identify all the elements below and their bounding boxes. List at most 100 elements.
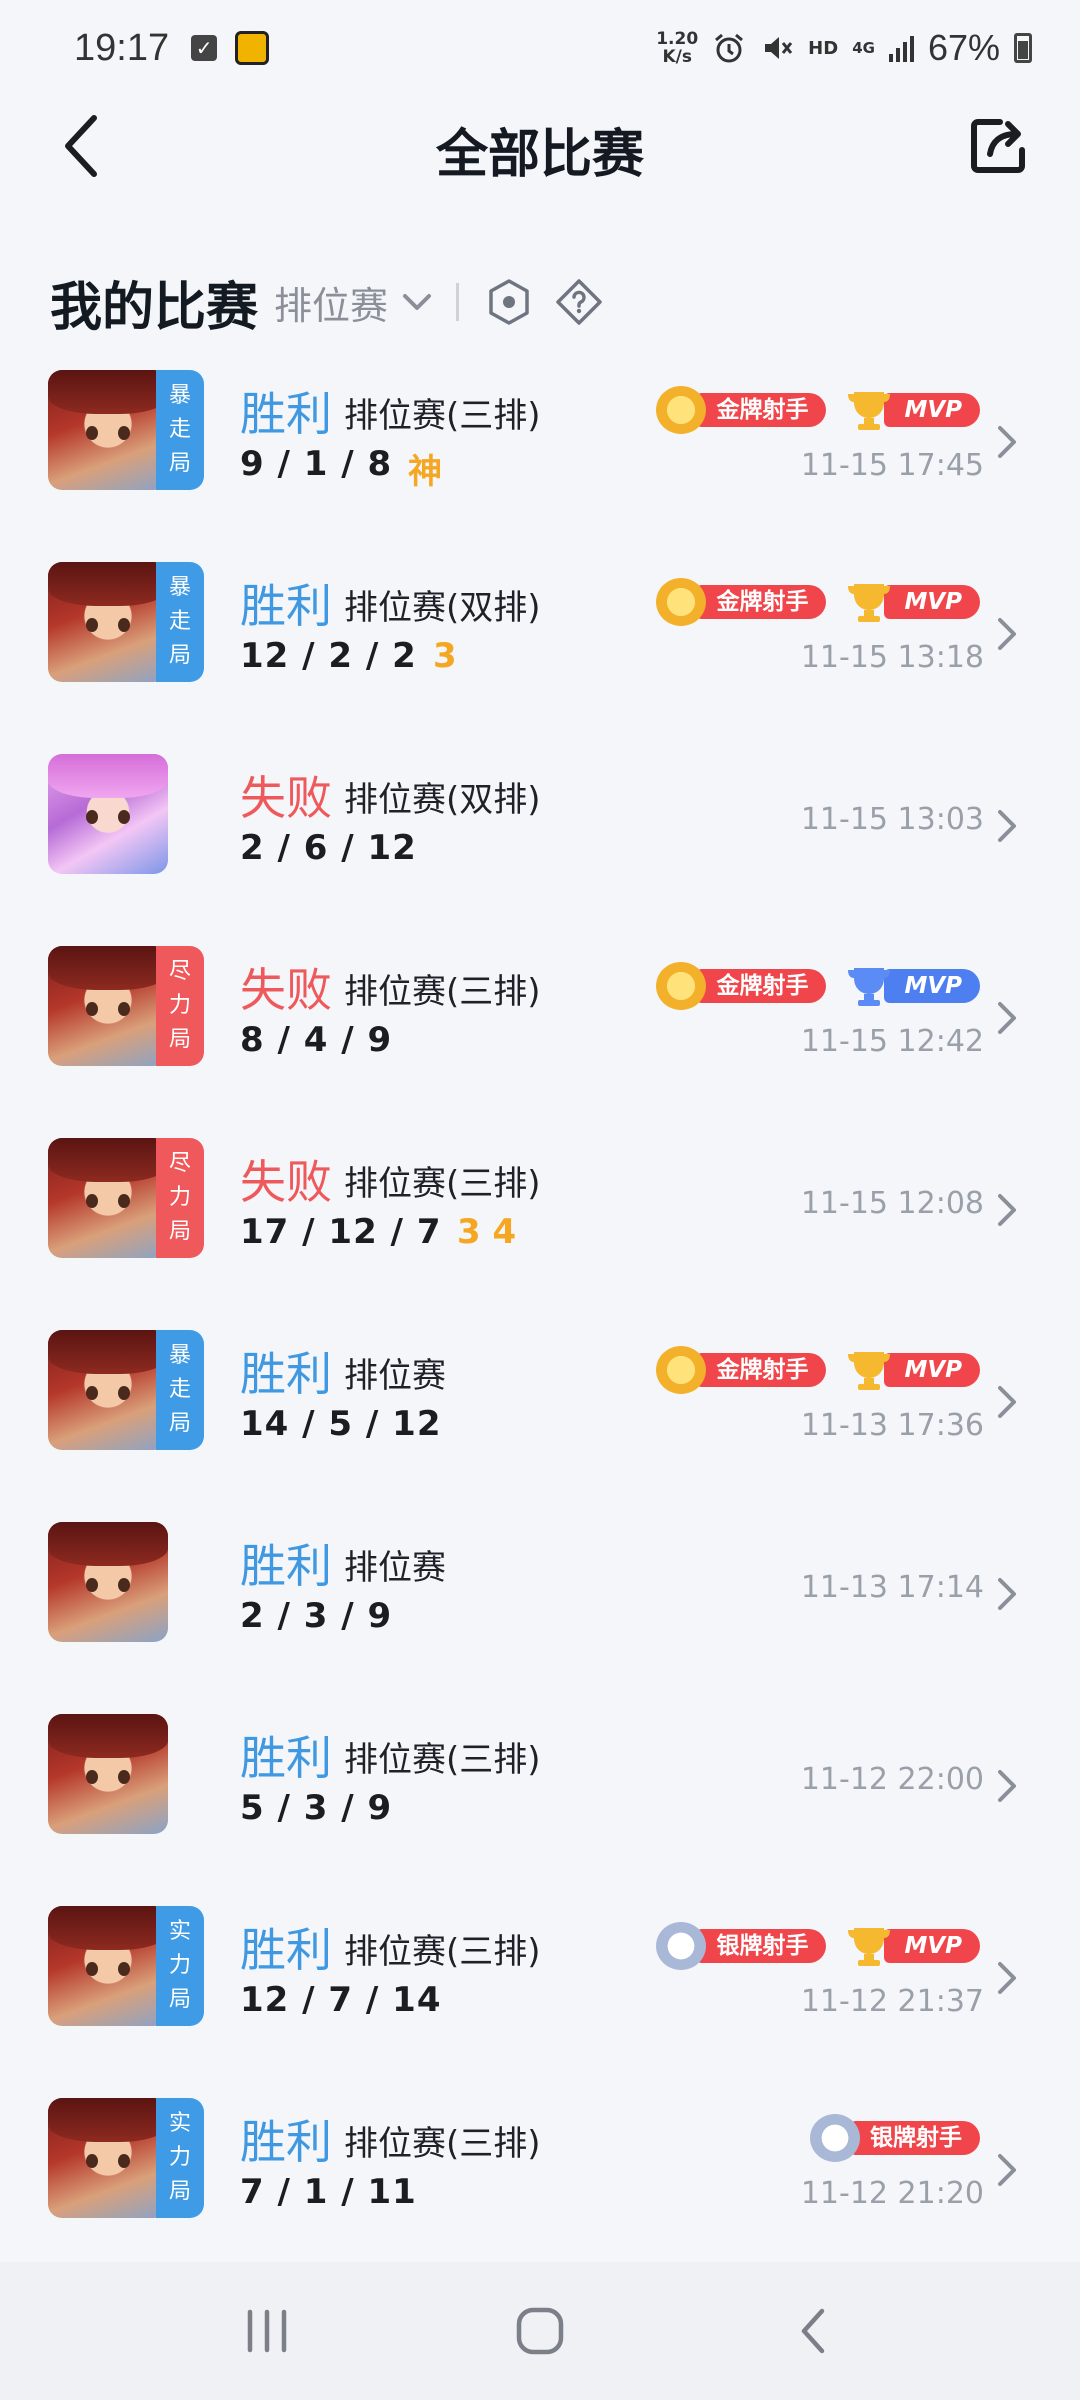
avatar-hair [48, 754, 168, 798]
hero-avatar [48, 946, 168, 1066]
match-result: 胜利 [240, 1347, 332, 1401]
hexagon-settings-icon[interactable] [485, 278, 533, 326]
match-row[interactable]: 实力局胜利 排位赛(三排) 12 / 7 / 14 银牌射手 MVP 11-12 21:3… [0, 1888, 1080, 2080]
performance-tag: 暴走局 [156, 562, 204, 682]
chevron-right-icon[interactable] [992, 422, 1022, 462]
avatar-eye [86, 1578, 98, 1592]
chevron-right-icon[interactable] [992, 1958, 1022, 1998]
back-nav-icon [802, 2308, 825, 2354]
shooter-medal-badge: 金牌射手 [656, 386, 827, 434]
chevron-right-icon[interactable] [992, 1190, 1022, 1230]
home-button[interactable] [500, 2291, 580, 2371]
checkbox-notification-icon: ✓ [191, 35, 218, 61]
chevron-down-icon[interactable] [400, 285, 434, 319]
avatar-eye [118, 1578, 130, 1592]
hero-avatar [48, 1138, 168, 1258]
performance-tag: 实力局 [156, 2098, 204, 2218]
hero-avatar [48, 1714, 168, 1834]
avatar-eye [86, 810, 98, 824]
kda: 2 / 3 / 9 [240, 1596, 393, 1636]
match-row[interactable]: 胜利 排位赛 2 / 3 / 9 11-13 17:14 [0, 1504, 1080, 1696]
hero-avatar [48, 754, 168, 874]
chevron-right-icon[interactable] [992, 2150, 1022, 2190]
avatar-eye [118, 1194, 130, 1208]
hero-avatar-wrap: 尽力局 [48, 946, 204, 1066]
avatar-eye [118, 618, 130, 632]
help-diamond-icon[interactable] [555, 278, 603, 326]
kda: 14 / 5 / 12 [240, 1404, 442, 1444]
match-row[interactable]: 暴走局胜利 排位赛(三排) 9 / 1 / 8 神金牌射手 MVP 11-15 17:45 [0, 352, 1080, 544]
recent-apps-button[interactable] [227, 2291, 307, 2371]
match-time: 11-15 13:03 [800, 802, 984, 837]
hero-avatar-wrap: 暴走局 [48, 370, 204, 490]
chevron-right-icon[interactable] [992, 1574, 1022, 1614]
alarm-icon [715, 33, 744, 63]
hd-indicator: HD [808, 37, 839, 59]
match-row[interactable]: 暴走局胜利 排位赛 14 / 5 / 12 金牌射手 MVP 11-13 17:36 [0, 1312, 1080, 1504]
match-time: 11-12 21:20 [800, 2176, 984, 2211]
badge-label: 金牌射手 [696, 585, 827, 619]
performance-tag-char: 暴 [168, 1343, 191, 1368]
chevron-right-icon[interactable] [992, 998, 1022, 1038]
section-header: 我的比赛 排位赛 [50, 262, 625, 342]
match-row[interactable]: 实力局胜利 排位赛(三排) 7 / 1 / 11 银牌射手 11-12 21:20 [0, 2080, 1080, 2272]
badge-label: MVP [884, 1929, 980, 1963]
avatar-eye [118, 1386, 130, 1400]
performance-tag-char: 尽 [168, 959, 191, 984]
match-mode: 排位赛(三排) [344, 972, 541, 1012]
match-result: 失败 [240, 771, 332, 825]
performance-tag-char: 局 [168, 1411, 191, 1436]
match-row[interactable]: 尽力局失败 排位赛(三排) 17 / 12 / 73 4 11-15 12:08 [0, 1120, 1080, 1312]
performance-tag: 尽力局 [156, 946, 204, 1066]
avatar-eye [86, 1194, 98, 1208]
back-nav-button[interactable] [773, 2291, 853, 2371]
badge-label: 银牌射手 [850, 2121, 980, 2155]
avatar-hair [48, 1522, 168, 1566]
chevron-right-icon[interactable] [992, 614, 1022, 654]
performance-tag-char: 走 [168, 417, 191, 442]
performance-tag-char: 暴 [168, 575, 191, 600]
match-row[interactable]: 胜利 排位赛(三排) 5 / 3 / 9 11-12 22:00 [0, 1696, 1080, 1888]
trophy-icon [848, 1928, 891, 1966]
network-speed: 1.20 K/s [656, 29, 699, 67]
match-result: 胜利 [240, 579, 332, 633]
match-time: 11-15 12:42 [800, 1024, 984, 1059]
chevron-right-icon[interactable] [992, 806, 1022, 846]
navigation-bar [0, 2262, 1080, 2400]
performance-tag: 暴走局 [156, 370, 204, 490]
performance-tag-char: 局 [168, 1987, 191, 2012]
avatar-eye [118, 810, 130, 824]
match-row[interactable]: 暴走局胜利 排位赛(双排) 12 / 2 / 2 3 金牌射手 MVP 11-15 13:1… [0, 544, 1080, 736]
kda: 8 / 4 / 9 [240, 1020, 393, 1060]
match-result: 胜利 [240, 1731, 332, 1785]
match-row[interactable]: 尽力局失败 排位赛(三排) 8 / 4 / 9 金牌射手 MVP 11-15 12:42 [0, 928, 1080, 1120]
avatar-eye [86, 1002, 98, 1016]
hero-avatar [48, 2098, 168, 2218]
performance-tag-char: 局 [168, 451, 191, 476]
shooter-medal-badge: 银牌射手 [810, 2114, 980, 2162]
hero-avatar-wrap: 暴走局 [48, 562, 204, 682]
performance-tag-char: 力 [168, 1953, 191, 1978]
badge-label: MVP [884, 969, 980, 1003]
badges: 金牌射手 MVP [656, 386, 980, 434]
avatar-hair [48, 370, 168, 414]
medal-icon [810, 2114, 860, 2162]
kda: 7 / 1 / 11 [240, 2172, 417, 2212]
hero-avatar-wrap: 实力局 [48, 1906, 204, 2026]
badges: 金牌射手 MVP [656, 578, 980, 626]
avatar-eye [118, 1962, 130, 1976]
mvp-badge: MVP [844, 964, 980, 1008]
shooter-medal-badge: 金牌射手 [656, 1346, 827, 1394]
performance-tag: 暴走局 [156, 1330, 204, 1450]
chevron-right-icon[interactable] [992, 1382, 1022, 1422]
chevron-right-icon[interactable] [992, 1766, 1022, 1806]
battery-level: 67% [927, 27, 1000, 68]
mvp-badge: MVP [844, 1924, 980, 1968]
medal-icon [656, 386, 707, 434]
match-row[interactable]: 失败 排位赛(双排) 2 / 6 / 12 11-15 13:03 [0, 736, 1080, 928]
match-mode: 排位赛(三排) [344, 1164, 541, 1204]
avatar-hair [48, 946, 168, 990]
hero-avatar [48, 1906, 168, 2026]
filter-dropdown[interactable]: 排位赛 [274, 275, 388, 330]
share-button[interactable] [966, 114, 1030, 178]
